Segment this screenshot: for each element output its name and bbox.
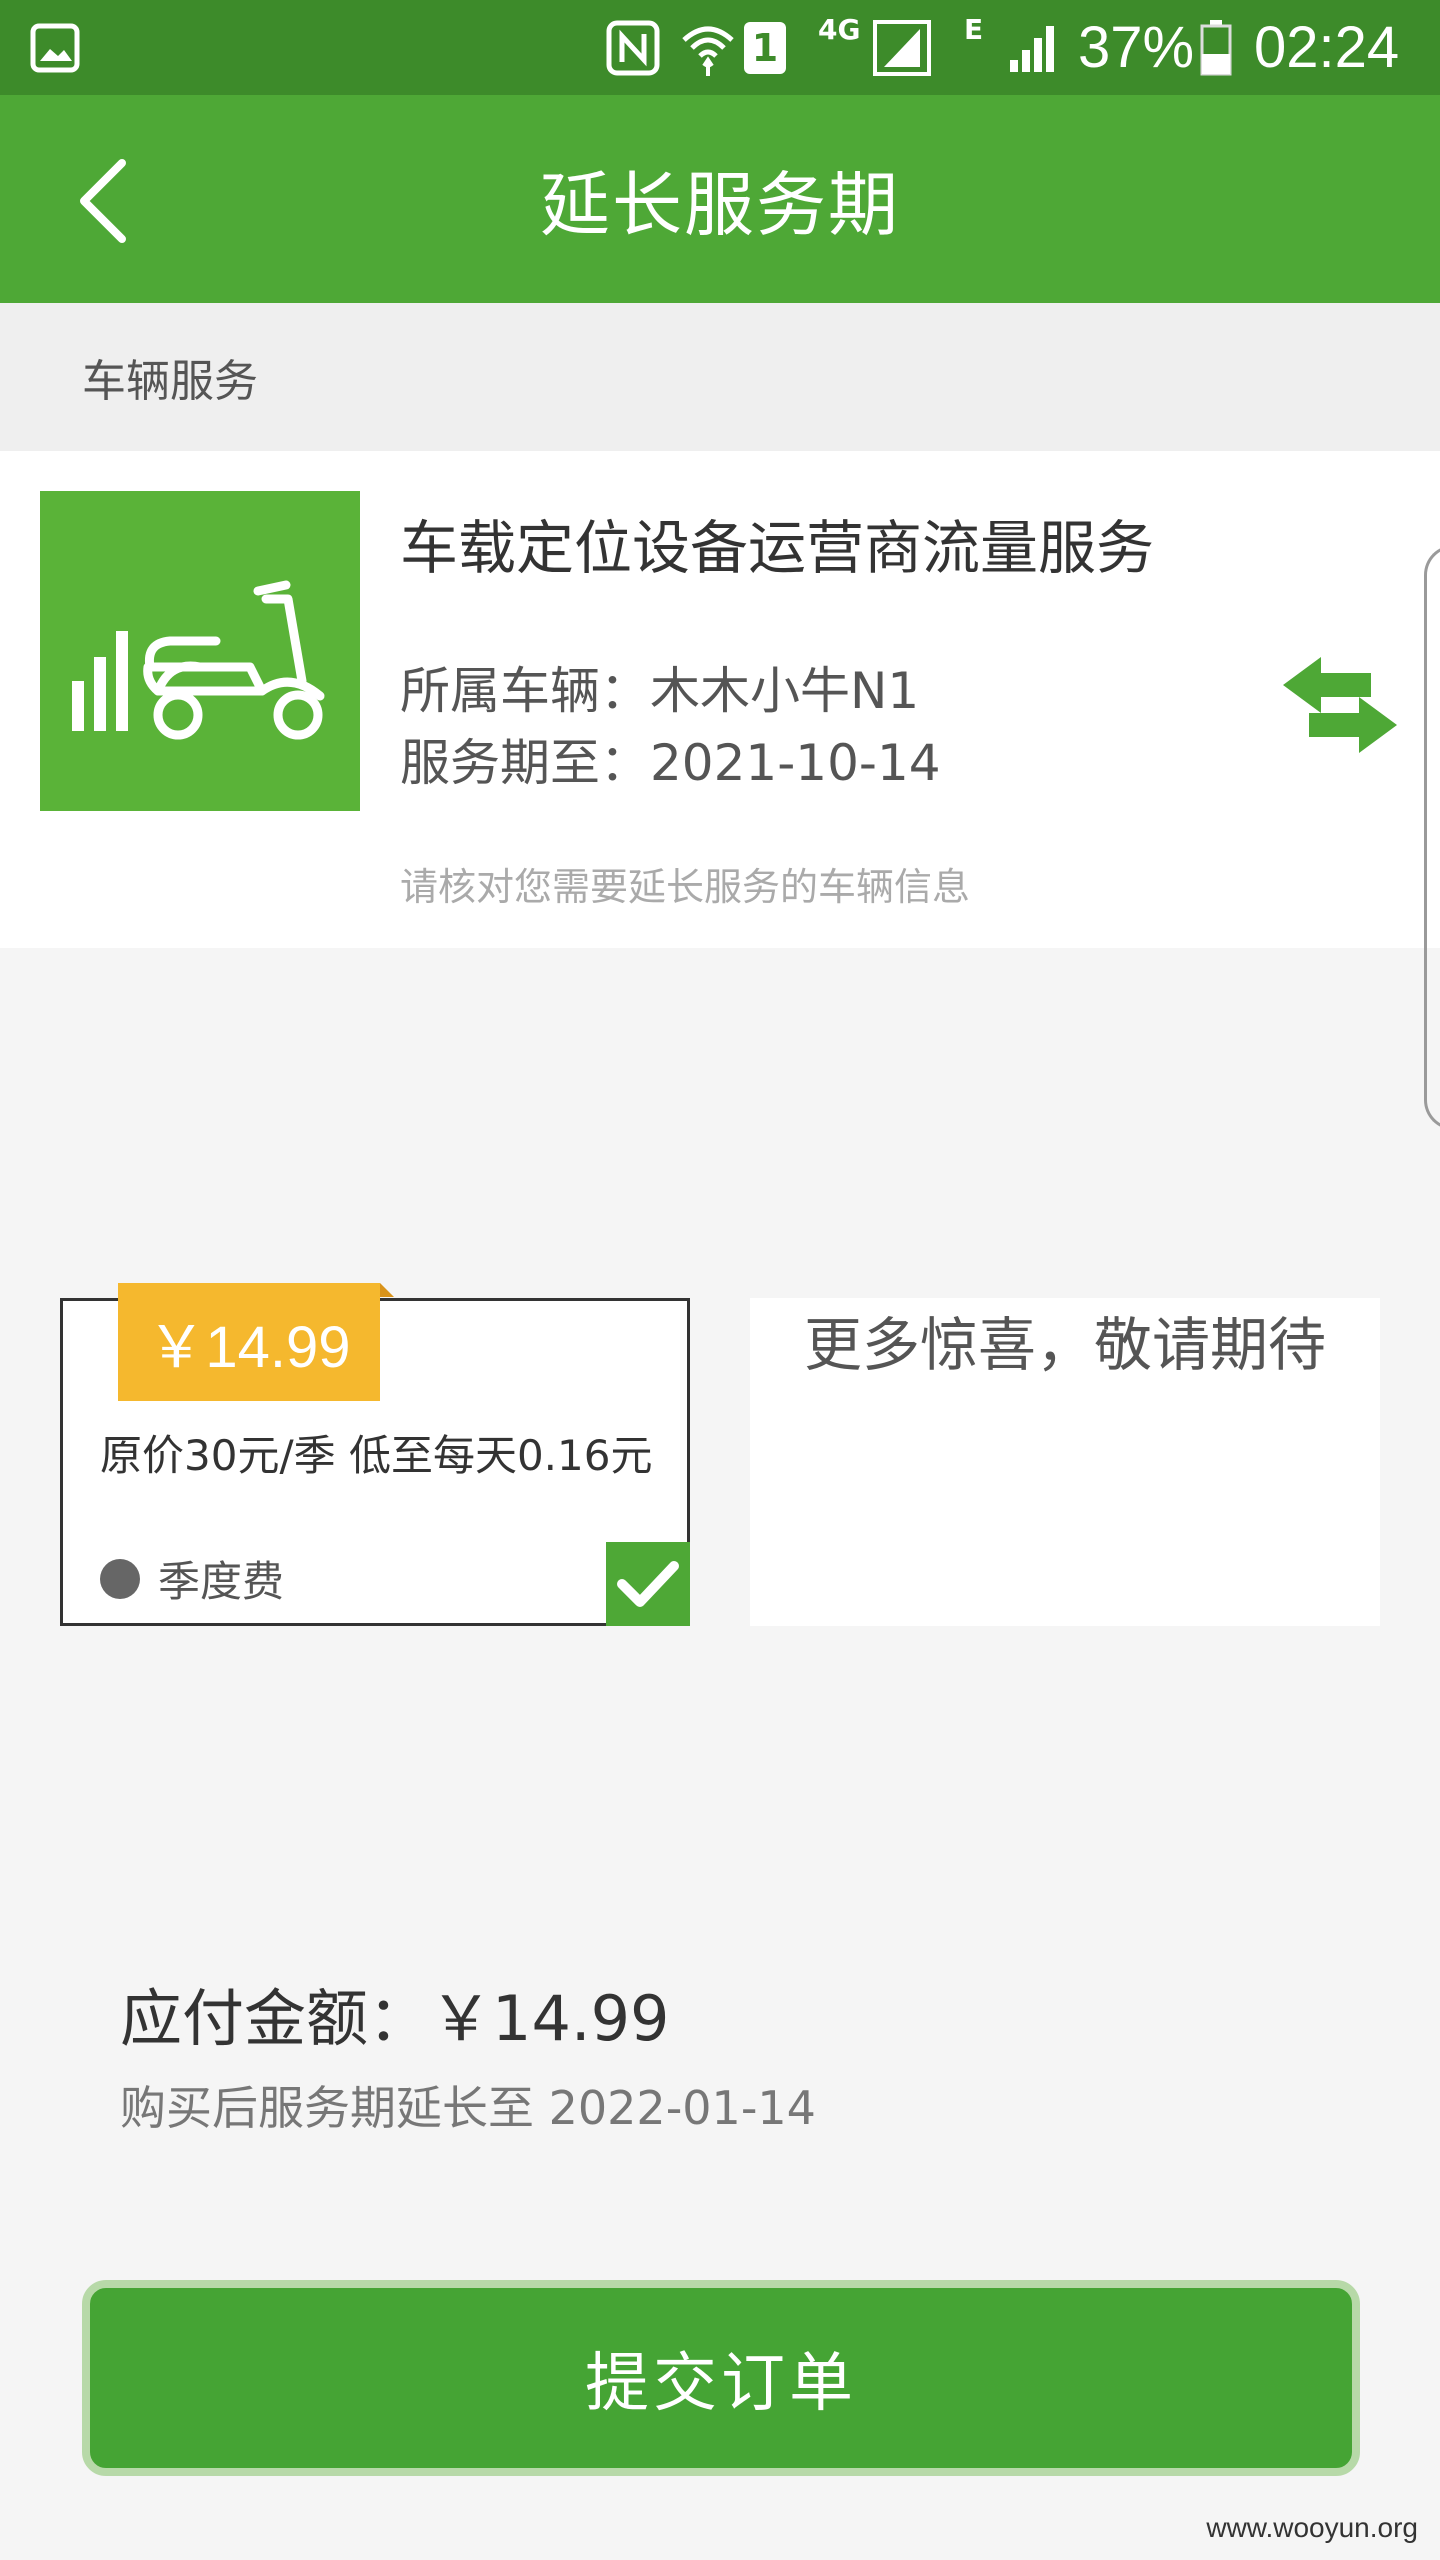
page-title: 延长服务期 — [540, 163, 900, 246]
price-tag-fold — [380, 1283, 394, 1297]
network-type-label: 4G — [818, 13, 861, 46]
vehicle-info: 所属车辆：木木小牛N1 — [400, 662, 920, 720]
status-bar: 1 4G E 37% 02:24 — [0, 0, 1440, 95]
service-name: 车载定位设备运营商流量服务 — [400, 514, 1155, 582]
price-tag: ￥14.99 — [118, 1283, 380, 1401]
plan-type-label: 季度费 — [158, 1557, 285, 1606]
signal-1-icon — [872, 0, 932, 95]
side-drawer-handle[interactable] — [1424, 545, 1440, 1130]
clock: 02:24 — [1254, 15, 1400, 80]
plan-type: 季度费 — [100, 1548, 284, 1609]
wifi-icon — [680, 0, 736, 95]
back-button[interactable] — [60, 145, 160, 255]
watermark: www.wooyun.org — [1206, 2512, 1418, 2543]
app-header: 延长服务期 — [0, 95, 1440, 303]
more-coming-card: 更多惊喜，敬请期待 — [750, 1298, 1380, 1626]
battery-percent: 37% — [1078, 15, 1195, 80]
signal-2-icon — [1008, 0, 1058, 95]
chevron-left-icon — [80, 159, 126, 243]
battery-icon — [1200, 0, 1232, 95]
service-card: 车载定位设备运营商流量服务 所属车辆：木木小牛N1 服务期至：2021-10-1… — [0, 451, 1440, 948]
section-header: 车辆服务 — [0, 303, 1440, 451]
sim-slot-icon: 1 — [744, 0, 786, 95]
total-amount: 应付金额：￥14.99 — [120, 1982, 670, 2055]
selected-check-icon — [606, 1542, 690, 1626]
verify-hint: 请核对您需要延长服务的车辆信息 — [400, 865, 971, 909]
swap-arrows-icon — [1283, 657, 1397, 753]
scooter-logo-icon — [40, 491, 360, 811]
radio-dot-icon — [100, 1558, 140, 1599]
edge-label: E — [964, 13, 984, 46]
gallery-notification-icon — [30, 0, 80, 95]
submit-order-button[interactable]: 提交订单 — [82, 2280, 1360, 2476]
extended-expiry: 购买后服务期延长至 2022-01-14 — [120, 2081, 816, 2135]
nfc-icon — [606, 0, 660, 95]
plan-description: 原价30元/季 低至每天0.16元 — [100, 1431, 653, 1480]
service-expiry: 服务期至：2021-10-14 — [400, 734, 941, 792]
switch-vehicle-button[interactable] — [1275, 651, 1405, 761]
